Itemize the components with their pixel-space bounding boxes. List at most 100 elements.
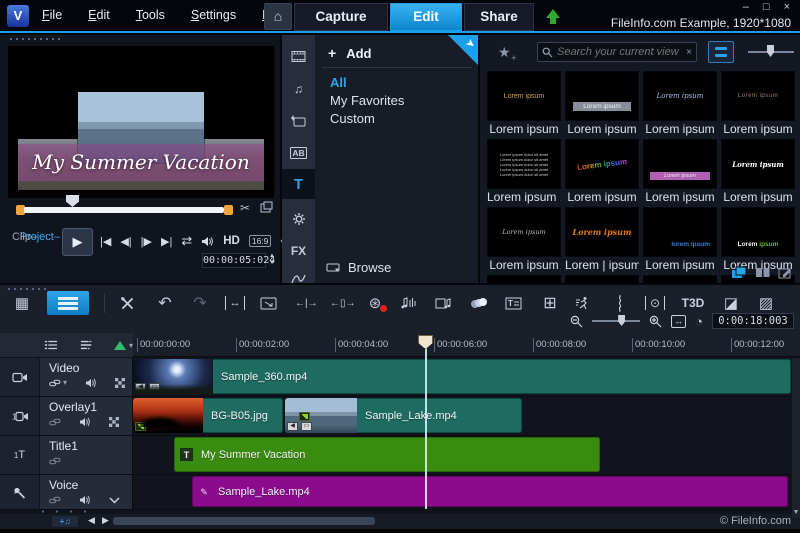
zoom-in-icon[interactable] xyxy=(649,315,662,328)
scroll-left-icon[interactable]: ◀ xyxy=(88,515,95,526)
record-capture-icon[interactable]: ⊛ xyxy=(365,294,387,312)
mute-track-icon[interactable] xyxy=(85,378,97,388)
title-icon[interactable]: T xyxy=(282,169,315,199)
panel-drag-handle[interactable] xyxy=(8,37,60,41)
video-360-icon[interactable]: ⊙ xyxy=(645,296,665,310)
graphics-icon[interactable] xyxy=(282,205,315,232)
scrubber-marker[interactable] xyxy=(66,195,79,207)
transition-icon[interactable]: AB xyxy=(282,139,315,166)
previous-frame-button[interactable]: ◀| xyxy=(120,235,131,248)
library-item[interactable] xyxy=(487,275,561,283)
enlarge-preview-icon[interactable] xyxy=(260,201,273,213)
minimize-button[interactable]: – xyxy=(743,1,749,13)
scroll-right-icon[interactable]: ▶ xyxy=(102,515,109,526)
media-icon[interactable] xyxy=(282,43,315,70)
preview-timecode[interactable]: 00:00:05:024 xyxy=(202,253,275,268)
video-track-header[interactable]: Video ▾ xyxy=(40,358,133,397)
instant-project-icon[interactable] xyxy=(282,107,315,134)
library-item[interactable]: Lorem ipsum Lorem ipsum xyxy=(487,71,561,137)
scroll-down-icon[interactable]: ▼ xyxy=(792,509,800,516)
library-item[interactable]: Lorem ipsum dolor sit amet Lorem ipsum d… xyxy=(487,139,561,205)
tab-edit[interactable]: Edit xyxy=(390,3,462,31)
volume-icon[interactable] xyxy=(201,236,214,247)
timeline-ruler[interactable]: ▾ 00:00:00:00 00:00:02:00 00:00:04:00 00… xyxy=(0,333,800,357)
tools-icon[interactable] xyxy=(120,296,140,311)
library-item[interactable]: Lorem ipsum Lorem ipsum xyxy=(643,71,717,137)
timeline-view-icon[interactable] xyxy=(47,291,89,315)
motion-tracking-icon[interactable] xyxy=(575,296,595,310)
library-item[interactable]: Lorem ipsum Lorem ipsum xyxy=(565,139,639,205)
next-frame-button[interactable]: |▶ xyxy=(141,235,152,248)
hd-toggle[interactable]: HD xyxy=(223,235,240,247)
tab-capture[interactable]: Capture xyxy=(294,3,388,31)
mask-creator-icon[interactable] xyxy=(610,294,630,312)
link-clips-icon[interactable] xyxy=(49,417,61,427)
timeline-zoom-handle[interactable] xyxy=(618,315,626,326)
storyboard-view-icon[interactable]: ▦ xyxy=(12,294,32,312)
link-clips-icon[interactable]: ▾ xyxy=(49,378,67,388)
dual-pane-view-icon[interactable] xyxy=(755,267,770,278)
track-transparency-icon[interactable] xyxy=(115,378,126,388)
library-item[interactable]: Lorem ipsum Lorem ipsum xyxy=(721,71,795,137)
add-category-button[interactable]: + Add xyxy=(328,45,371,61)
search-clear-icon[interactable]: × xyxy=(686,47,692,58)
clip-bg-b05[interactable]: BG-B05.jpg xyxy=(133,398,283,433)
library-item[interactable]: lorem ipsum Lorem ipsum xyxy=(643,207,717,273)
library-panel-view-icon[interactable] xyxy=(731,266,747,279)
filter-fx-icon[interactable]: FX xyxy=(282,237,315,264)
audio-icon[interactable]: ♫ xyxy=(282,75,315,102)
split-screen-template-icon[interactable]: ⊞ xyxy=(540,293,560,313)
library-item[interactable]: Lorem ipsum Lorem ipsum xyxy=(721,139,795,205)
library-item[interactable]: Lorem ipsum Lorem ipsum xyxy=(565,71,639,137)
spin-down-icon[interactable]: ▼ xyxy=(269,260,275,267)
zoom-out-icon[interactable] xyxy=(570,315,583,328)
clip-sample-360[interactable]: ◀ ▭ Sample_360.mp4 xyxy=(133,359,791,394)
view-toggle-button[interactable] xyxy=(708,41,734,63)
playhead-line[interactable] xyxy=(425,346,427,509)
redo-icon[interactable]: ↷ xyxy=(190,293,210,313)
category-my-favorites[interactable]: My Favorites xyxy=(330,93,404,108)
loop-button[interactable]: ⇄ xyxy=(181,233,192,249)
subtitle-editor-icon[interactable]: T xyxy=(505,297,525,310)
clip-sample-lake-voice[interactable]: ✎ Sample_Lake.mp4 xyxy=(192,476,788,507)
menu-tools[interactable]: Tools xyxy=(136,8,165,22)
skip-end-button[interactable]: ▶| xyxy=(161,235,172,248)
voice-track-icon[interactable] xyxy=(0,475,40,510)
menu-settings[interactable]: Settings xyxy=(191,8,236,22)
track-manager-icon[interactable] xyxy=(44,339,58,351)
library-item[interactable]: Lorem ipsum Lorem | ipsum xyxy=(565,207,639,273)
horizontal-scrollbar[interactable] xyxy=(113,517,375,525)
close-button[interactable]: × xyxy=(784,1,790,13)
skip-start-button[interactable]: |◀ xyxy=(100,235,111,248)
vertical-scrollbar[interactable]: ▼ xyxy=(792,358,800,518)
mute-track-icon[interactable] xyxy=(79,495,91,505)
clip-sample-lake-overlay[interactable]: ◀ ▭ Sample_Lake.mp4 xyxy=(285,398,522,433)
menu-file[interactable]: File xyxy=(42,8,62,22)
overlay-track-header[interactable]: Overlay1 xyxy=(40,397,133,436)
edit-media-icon[interactable] xyxy=(778,267,792,279)
category-all[interactable]: All xyxy=(330,75,347,90)
paint-editor-icon[interactable]: ▨ xyxy=(756,294,776,312)
search-icon[interactable] xyxy=(542,47,553,58)
home-icon[interactable]: ⌂ xyxy=(264,3,292,30)
undo-icon[interactable]: ↶ xyxy=(155,293,175,313)
trim-end-handle[interactable] xyxy=(224,205,233,215)
maximize-button[interactable]: □ xyxy=(763,1,770,13)
track-transparency-icon[interactable] xyxy=(109,417,120,427)
category-custom[interactable]: Custom xyxy=(330,111,375,126)
overlay-track-icon[interactable]: 1 xyxy=(0,397,40,436)
preview-title-text[interactable]: My Summer Vacation xyxy=(18,142,264,182)
tab-share[interactable]: Share xyxy=(464,3,534,31)
library-item[interactable] xyxy=(643,275,717,283)
aspect-ratio-selector[interactable]: 16:9 xyxy=(248,235,272,247)
link-clips-icon[interactable] xyxy=(49,456,61,466)
video-track-lane[interactable]: ◀ ▭ Sample_360.mp4 xyxy=(133,358,792,397)
spin-up-icon[interactable]: ▲ xyxy=(269,253,275,260)
auto-music-icon[interactable] xyxy=(435,297,455,310)
chevron-down-icon[interactable] xyxy=(109,496,120,504)
sound-mixer-icon[interactable] xyxy=(400,296,420,310)
add-track-button[interactable]: +♫ xyxy=(52,516,78,527)
split-clip-icon[interactable]: ←|→ xyxy=(295,298,318,309)
voice-track-lane[interactable]: ✎ Sample_Lake.mp4 xyxy=(133,475,792,510)
trim-bar[interactable] xyxy=(24,207,224,213)
